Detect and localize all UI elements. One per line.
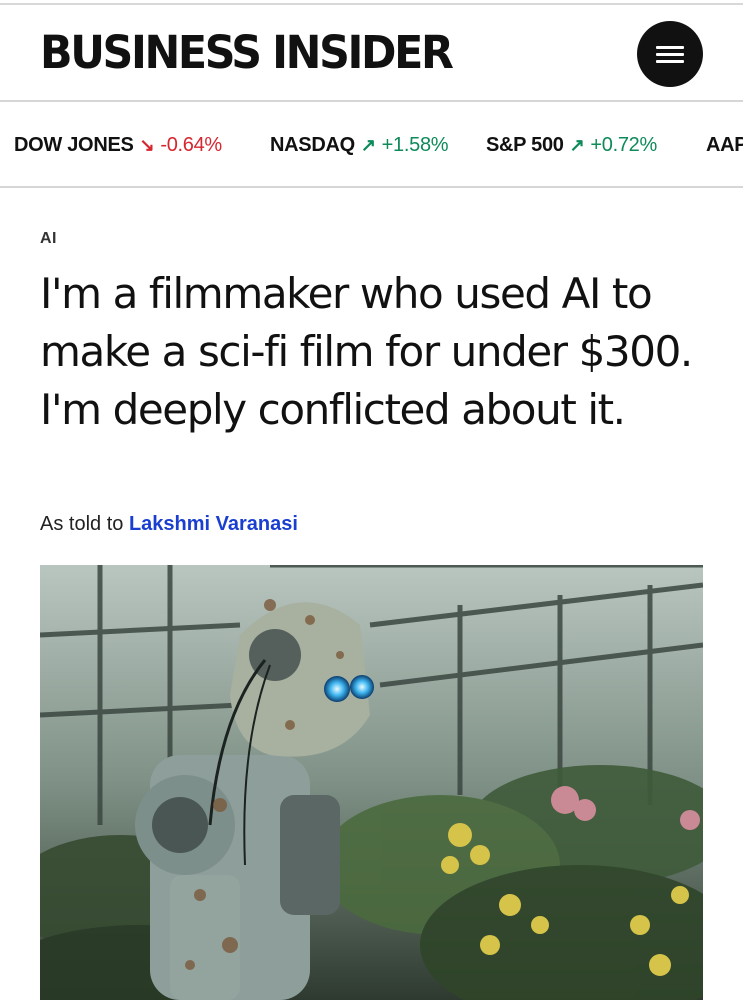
article-category[interactable]: AI — [40, 230, 57, 248]
ticker-name: S&P 500 — [486, 134, 564, 156]
site-header: BUSINESS INSIDER — [0, 7, 743, 102]
site-logo[interactable]: BUSINESS INSIDER — [40, 26, 454, 79]
arrow-down-icon: ↘ — [139, 135, 155, 155]
ticker-name: AAPL — [706, 134, 743, 156]
article-byline: As told to Lakshmi Varanasi — [40, 513, 298, 536]
ticker-name: DOW JONES — [14, 134, 134, 156]
ticker-item-sp500[interactable]: S&P 500 ↗ +0.72% — [486, 134, 657, 157]
arrow-up-icon: ↗ — [360, 135, 376, 155]
ticker-item-nasdaq[interactable]: NASDAQ ↗ +1.58% — [270, 134, 449, 157]
ticker-name: NASDAQ — [270, 134, 355, 156]
menu-button[interactable] — [637, 21, 703, 87]
ticker-change: -0.64% — [160, 134, 222, 156]
market-ticker: DOW JONES ↘ -0.64% NASDAQ ↗ +1.58% S&P 5… — [0, 104, 743, 188]
ticker-change: +0.72% — [590, 134, 657, 156]
top-rule — [0, 0, 743, 5]
robot-in-greenhouse-image — [40, 565, 703, 1000]
author-link[interactable]: Lakshmi Varanasi — [129, 513, 298, 535]
byline-prefix: As told to — [40, 513, 124, 535]
article-headline: I'm a filmmaker who used AI to make a sc… — [40, 269, 693, 434]
hero-image — [40, 565, 703, 1000]
arrow-up-icon: ↗ — [569, 135, 585, 155]
ticker-item-aapl[interactable]: AAPL — [706, 134, 743, 157]
ticker-change: +1.58% — [381, 134, 449, 156]
ticker-item-dow[interactable]: DOW JONES ↘ -0.64% — [14, 134, 222, 157]
